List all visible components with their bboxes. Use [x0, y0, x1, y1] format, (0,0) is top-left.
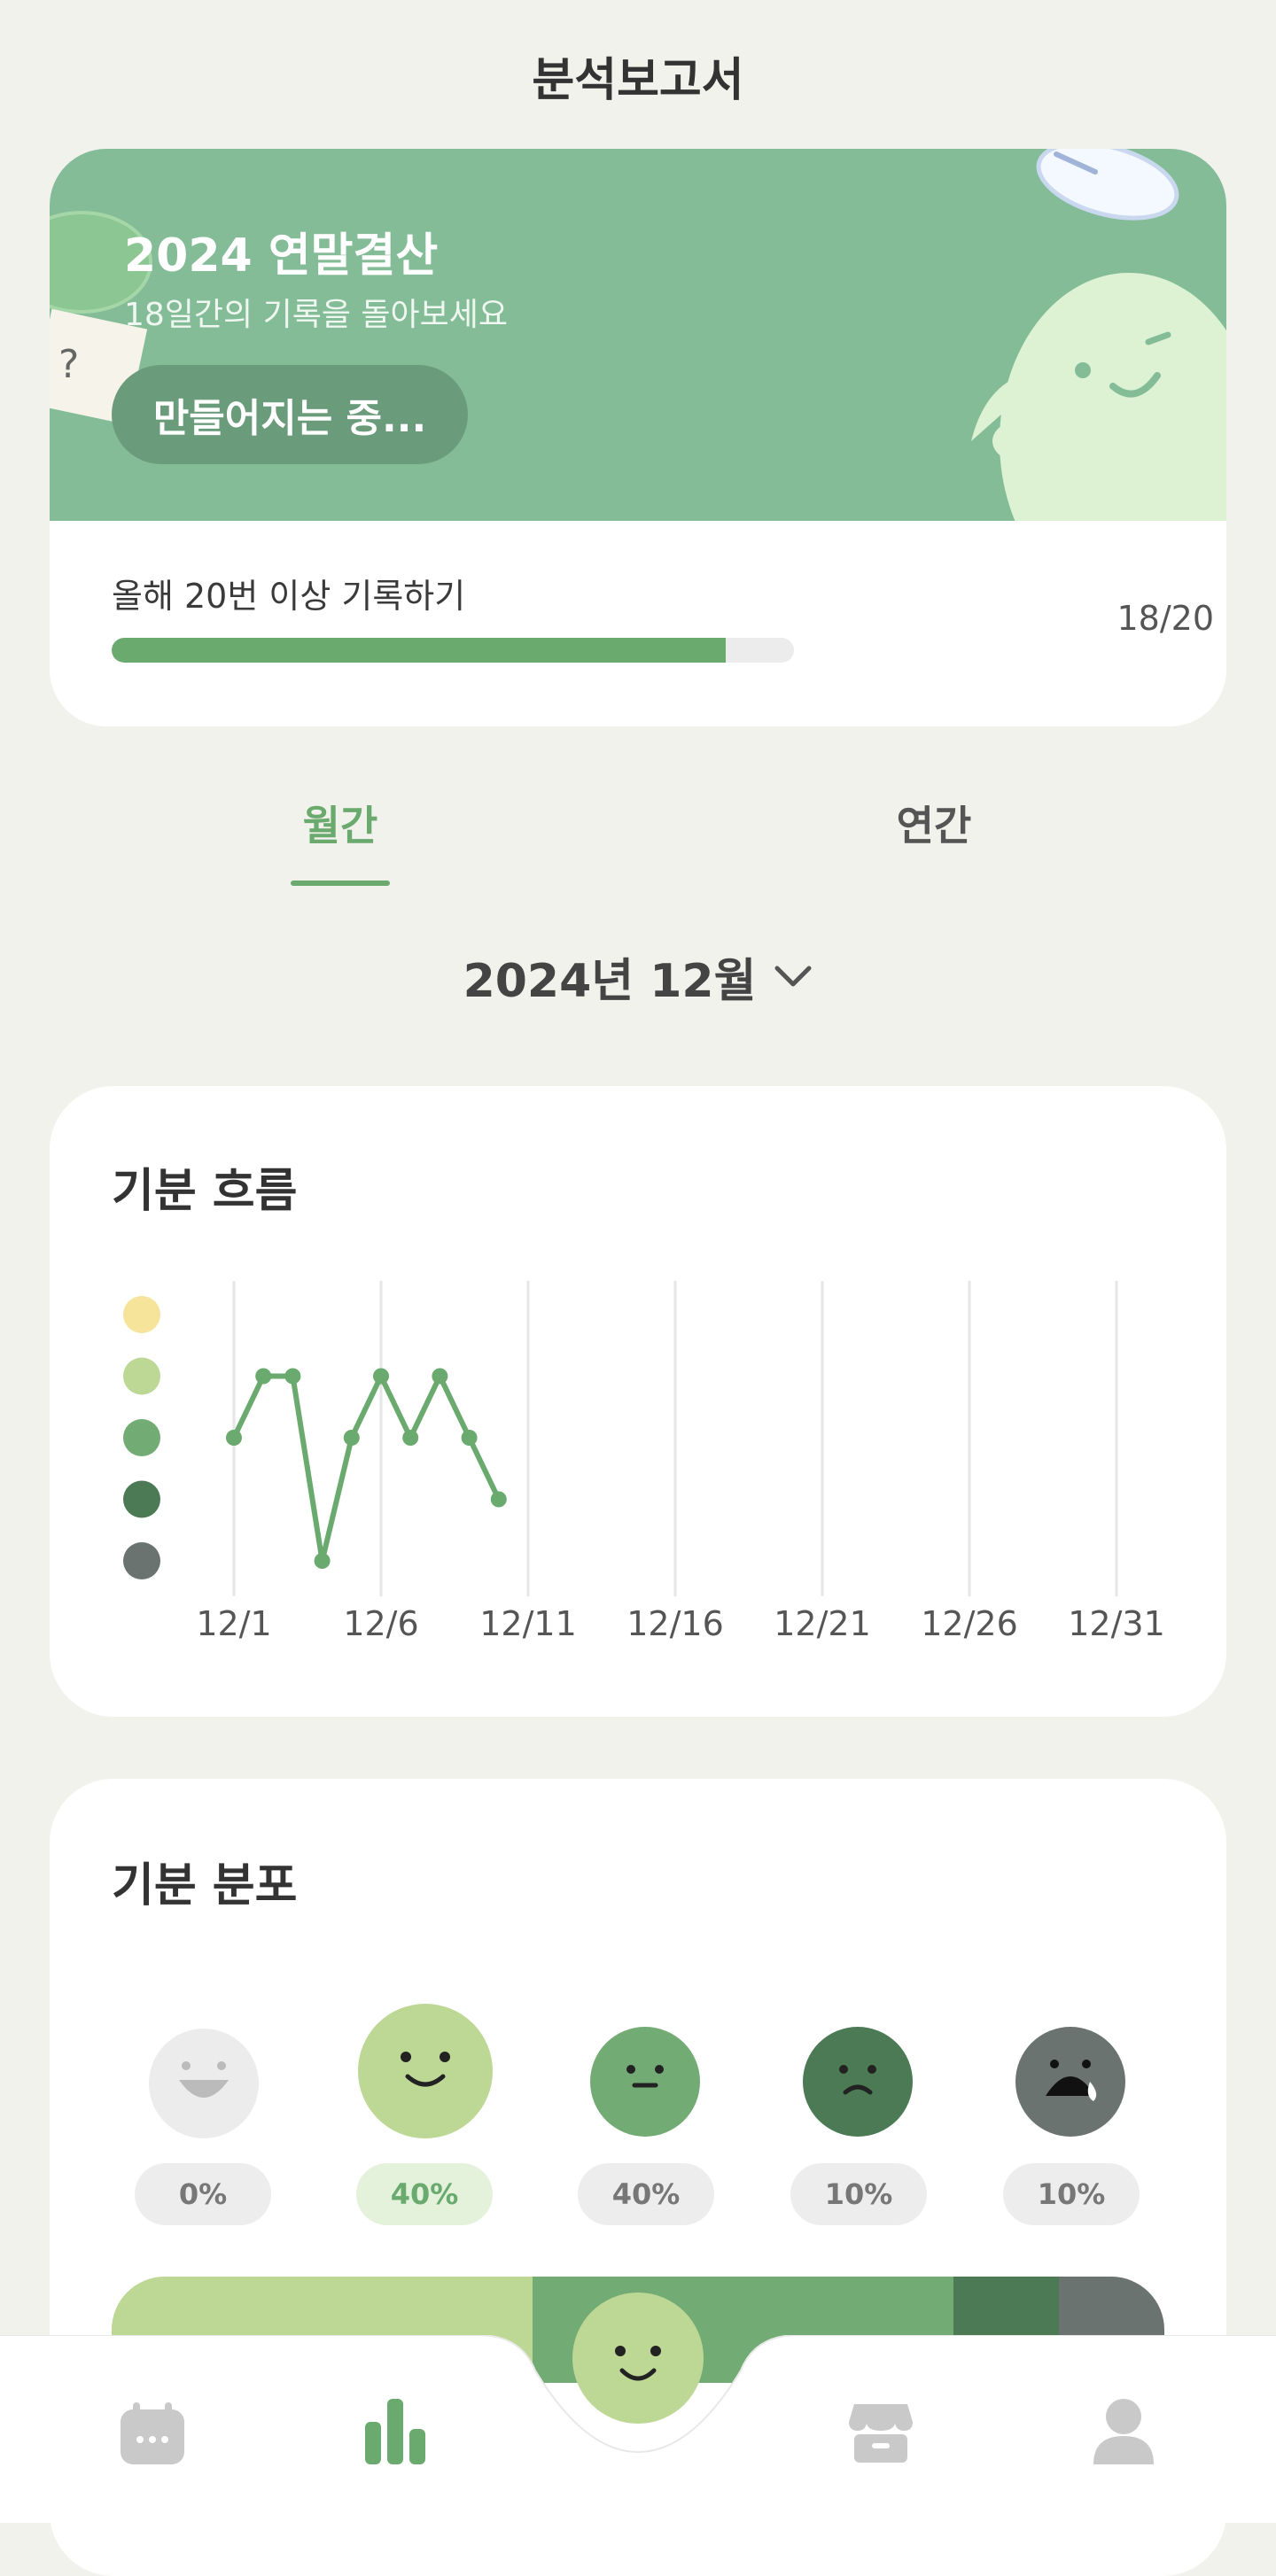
goal-progress-bar [112, 638, 794, 663]
bottom-navigation [0, 2293, 1276, 2523]
sad-face-icon [803, 2027, 913, 2137]
x-tick-label: 12/31 [1068, 1604, 1165, 1643]
x-tick-label: 12/11 [479, 1604, 577, 1643]
goal-label: 올해 20번 이상 기록하기 [112, 577, 466, 616]
x-tick-label: 12/21 [774, 1604, 871, 1643]
active-tab-indicator [291, 881, 390, 886]
banner-illustration: ? [50, 149, 1226, 521]
mood-level-dot [123, 1542, 160, 1579]
mood-level-dot [123, 1480, 160, 1518]
mood-point [461, 1430, 478, 1446]
x-tick-label: 12/26 [921, 1604, 1018, 1643]
mood-point [432, 1368, 448, 1385]
store-icon[interactable] [847, 2401, 914, 2464]
add-mood-button[interactable] [571, 2291, 705, 2425]
mood-percent-pill: 10% [790, 2163, 927, 2225]
month-label: 2024년 12월 [463, 954, 757, 1008]
stats-icon[interactable] [362, 2395, 429, 2466]
mood-percent-pill: 40% [356, 2163, 493, 2225]
calendar-icon[interactable] [117, 2401, 188, 2468]
tab-monthly[interactable]: 월간 [207, 794, 473, 852]
mood-point [490, 1491, 507, 1508]
page-title: 분석보고서 [532, 54, 744, 107]
mood-line [231, 1373, 502, 1563]
neutral-face-icon [590, 2027, 700, 2137]
report-status-button[interactable]: 만들어지는 중... [112, 365, 468, 464]
year-end-review-card[interactable]: ? 2024 연말결산 18일간의 기록을 돌아보세요 만들어지는 중... 올… [50, 149, 1226, 726]
mood-faces [149, 2004, 1125, 2138]
mood-point [255, 1368, 272, 1385]
mood-point [284, 1368, 301, 1385]
mood-percent-pill: 40% [578, 2163, 714, 2225]
x-tick-label: 12/6 [343, 1604, 418, 1643]
mood-flow-chart: 12/1 12/6 12/11 12/16 12/21 12/26 12/31 [123, 1281, 1165, 1643]
mood-level-dot [123, 1419, 160, 1456]
mood-flow-card: 기분 흐름 12/1 12/6 12/11 12/16 12/21 12/26 12/31 [50, 1086, 1226, 1717]
goal-count: 18/20 [1116, 599, 1214, 638]
banner-heading: 2024 연말결산 [124, 229, 439, 283]
profile-icon[interactable] [1092, 2397, 1155, 2466]
mood-point [402, 1430, 419, 1446]
mood-distribution-title: 기분 분포 [112, 1859, 298, 1913]
mood-percent-pill: 0% [135, 2163, 271, 2225]
month-picker[interactable]: 2024년 12월 [372, 943, 904, 1010]
banner-illustration-area: ? 2024 연말결산 18일간의 기록을 돌아보세요 만들어지는 중... [50, 149, 1226, 521]
smile-face-icon [358, 2004, 493, 2138]
svg-text:?: ? [58, 342, 79, 387]
banner-subtitle: 18일간의 기록을 돌아보세요 [124, 297, 509, 333]
mood-level-dot [123, 1357, 160, 1395]
tab-yearly[interactable]: 연간 [801, 794, 1067, 852]
mood-percent-pill: 10% [1003, 2163, 1140, 2225]
mood-point [343, 1430, 360, 1446]
mood-point [226, 1430, 242, 1446]
chevron-down-icon [774, 966, 812, 987]
mood-point [314, 1553, 331, 1569]
x-tick-label: 12/16 [626, 1604, 724, 1643]
goal-progress-fill [112, 638, 726, 663]
mood-point [373, 1368, 389, 1385]
mood-level-dot [123, 1296, 160, 1333]
x-tick-label: 12/1 [196, 1604, 271, 1643]
crying-face-icon [1015, 2027, 1125, 2137]
laugh-face-icon [149, 2029, 259, 2138]
